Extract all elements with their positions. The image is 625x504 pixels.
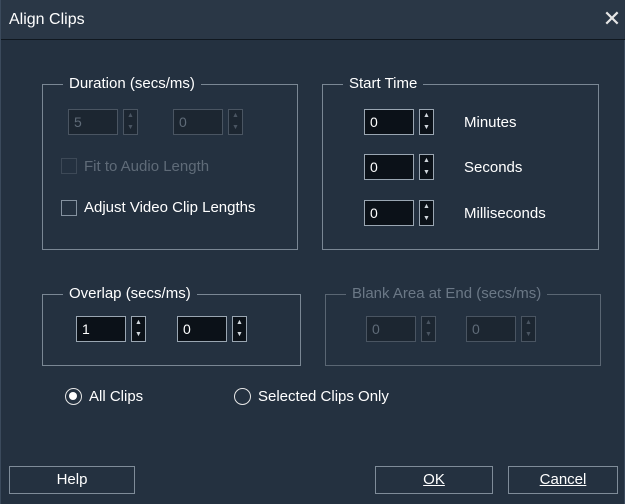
help-button[interactable]: Help bbox=[9, 466, 135, 494]
duration-secs-arrows: ▲ ▼ bbox=[123, 109, 138, 135]
overlap-legend: Overlap (secs/ms) bbox=[63, 285, 197, 303]
spin-up-icon: ▲ bbox=[525, 319, 532, 326]
duration-secs-field: 5 bbox=[68, 109, 118, 135]
title-bar: Align Clips ✕ bbox=[1, 0, 625, 40]
spin-down-icon[interactable]: ▼ bbox=[420, 213, 433, 225]
start-time-legend: Start Time bbox=[343, 75, 424, 93]
milliseconds-spinner[interactable]: 0 ▲ ▼ bbox=[364, 200, 436, 226]
minutes-arrows[interactable]: ▲ ▼ bbox=[419, 109, 434, 135]
ok-button[interactable]: OK bbox=[375, 466, 493, 494]
duration-group: Duration (secs/ms) 5 ▲ ▼ 0 ▲ ▼ Fit to Au… bbox=[42, 75, 298, 250]
spin-down-icon: ▼ bbox=[525, 331, 532, 338]
blank-area-secs-spinner: 0 ▲ ▼ bbox=[366, 316, 438, 342]
minutes-label: Minutes bbox=[464, 114, 517, 131]
blank-area-ms-arrows: ▲ ▼ bbox=[521, 316, 536, 342]
duration-legend: Duration (secs/ms) bbox=[63, 75, 201, 93]
milliseconds-field[interactable]: 0 bbox=[364, 200, 414, 226]
spin-down-icon[interactable]: ▼ bbox=[420, 167, 433, 179]
overlap-secs-spinner[interactable]: 1 ▲ ▼ bbox=[76, 316, 148, 342]
blank-area-secs-field: 0 bbox=[366, 316, 416, 342]
all-clips-label[interactable]: All Clips bbox=[89, 388, 143, 405]
seconds-arrows[interactable]: ▲ ▼ bbox=[419, 154, 434, 180]
overlap-secs-field[interactable]: 1 bbox=[76, 316, 126, 342]
adjust-video-label[interactable]: Adjust Video Clip Lengths bbox=[84, 199, 256, 216]
adjust-video-checkbox[interactable] bbox=[61, 200, 77, 216]
overlap-ms-arrows[interactable]: ▲ ▼ bbox=[232, 316, 247, 342]
milliseconds-arrows[interactable]: ▲ ▼ bbox=[419, 200, 434, 226]
start-time-group: Start Time 0 ▲ ▼ Minutes 0 ▲ ▼ Seconds 0… bbox=[322, 75, 599, 250]
fit-to-audio-checkbox bbox=[61, 158, 77, 174]
close-icon[interactable]: ✕ bbox=[599, 6, 625, 32]
spin-up-icon[interactable]: ▲ bbox=[420, 110, 433, 122]
blank-area-ms-spinner: 0 ▲ ▼ bbox=[466, 316, 538, 342]
duration-secs-spinner: 5 ▲ ▼ bbox=[68, 109, 140, 135]
seconds-spinner[interactable]: 0 ▲ ▼ bbox=[364, 154, 436, 180]
spin-down-icon: ▼ bbox=[232, 124, 239, 131]
spin-up-icon: ▲ bbox=[425, 319, 432, 326]
spin-up-icon[interactable]: ▲ bbox=[132, 317, 145, 329]
minutes-field[interactable]: 0 bbox=[364, 109, 414, 135]
spin-down-icon[interactable]: ▼ bbox=[233, 329, 246, 341]
spin-down-icon: ▼ bbox=[127, 124, 134, 131]
window-title: Align Clips bbox=[9, 11, 85, 28]
blank-area-ms-field: 0 bbox=[466, 316, 516, 342]
spin-down-icon[interactable]: ▼ bbox=[132, 329, 145, 341]
selected-clips-label[interactable]: Selected Clips Only bbox=[258, 388, 389, 405]
spin-up-icon: ▲ bbox=[232, 112, 239, 119]
cancel-button[interactable]: Cancel bbox=[508, 466, 618, 494]
overlap-ms-spinner[interactable]: 0 ▲ ▼ bbox=[177, 316, 249, 342]
seconds-label: Seconds bbox=[464, 159, 523, 176]
overlap-ms-field[interactable]: 0 bbox=[177, 316, 227, 342]
spin-up-icon[interactable]: ▲ bbox=[420, 201, 433, 213]
spin-down-icon[interactable]: ▼ bbox=[420, 122, 433, 134]
align-clips-dialog: Align Clips ✕ Duration (secs/ms) 5 ▲ ▼ 0… bbox=[0, 0, 625, 504]
milliseconds-label: Milliseconds bbox=[464, 205, 546, 222]
fit-to-audio-label: Fit to Audio Length bbox=[84, 158, 210, 175]
blank-area-secs-arrows: ▲ ▼ bbox=[421, 316, 436, 342]
duration-ms-field: 0 bbox=[173, 109, 223, 135]
spin-up-icon[interactable]: ▲ bbox=[233, 317, 246, 329]
overlap-group: Overlap (secs/ms) 1 ▲ ▼ 0 ▲ ▼ bbox=[42, 285, 301, 366]
selected-clips-radio[interactable] bbox=[234, 388, 251, 405]
duration-ms-spinner: 0 ▲ ▼ bbox=[173, 109, 245, 135]
blank-area-group: Blank Area at End (secs/ms) 0 ▲ ▼ 0 ▲ ▼ bbox=[325, 285, 601, 366]
all-clips-radio[interactable] bbox=[65, 388, 82, 405]
spin-up-icon: ▲ bbox=[127, 112, 134, 119]
duration-ms-arrows: ▲ ▼ bbox=[228, 109, 243, 135]
spin-up-icon[interactable]: ▲ bbox=[420, 155, 433, 167]
spin-down-icon: ▼ bbox=[425, 331, 432, 338]
seconds-field[interactable]: 0 bbox=[364, 154, 414, 180]
minutes-spinner[interactable]: 0 ▲ ▼ bbox=[364, 109, 436, 135]
blank-area-legend: Blank Area at End (secs/ms) bbox=[346, 285, 548, 303]
overlap-secs-arrows[interactable]: ▲ ▼ bbox=[131, 316, 146, 342]
